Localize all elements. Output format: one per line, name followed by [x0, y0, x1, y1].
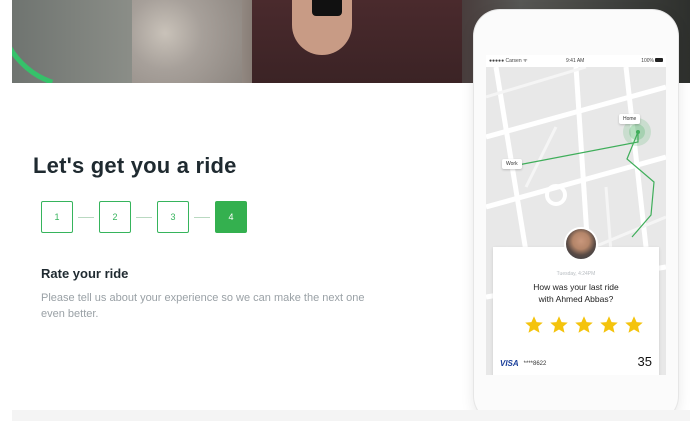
payment-method: VISA ****8622 — [500, 359, 546, 368]
map-view[interactable]: Home Work Tuesday, 4:24PM How was your l… — [486, 65, 666, 375]
step-indicator: 1 2 3 4 — [41, 200, 247, 234]
step-2[interactable]: 2 — [99, 201, 131, 233]
step-3[interactable]: 3 — [157, 201, 189, 233]
page-title: Let's get you a ride — [33, 153, 237, 178]
star-icon[interactable] — [599, 315, 619, 335]
hero-person-right — [252, 0, 462, 83]
ride-timestamp: Tuesday, 4:24PM — [556, 271, 596, 277]
status-bar: ●●●●● Carsen ᯤ 9:41 AM 100% — [486, 55, 666, 67]
phone-screen: ●●●●● Carsen ᯤ 9:41 AM 100% Home Work Tu… — [486, 55, 666, 375]
rating-question-line-2: with Ahmed Abbas? — [538, 294, 614, 304]
work-pin-label[interactable]: Work — [502, 159, 522, 169]
rating-card: Tuesday, 4:24PM How was your last ride w… — [493, 227, 659, 375]
home-pin-label[interactable]: Home — [619, 114, 641, 124]
star-icon[interactable] — [624, 315, 644, 335]
section-description: Please tell us about your experience so … — [41, 292, 365, 320]
step-1[interactable]: 1 — [41, 201, 73, 233]
status-time: 9:41 AM — [566, 58, 585, 64]
rating-question-line-1: How was your last ride — [533, 282, 619, 292]
star-icon[interactable] — [549, 315, 569, 335]
phone-mockup: ●●●●● Carsen ᯤ 9:41 AM 100% Home Work Tu… — [474, 10, 678, 421]
step-separator — [136, 216, 152, 218]
battery-percent: 100% — [641, 58, 654, 64]
hero-phone — [312, 0, 342, 16]
card-number: ****8622 — [523, 360, 547, 367]
rating-question: How was your last ride with Ahmed Abbas? — [493, 281, 659, 305]
step-4[interactable]: 4 — [215, 201, 247, 233]
page: Let's get you a ride 1 2 3 4 Rate your r… — [0, 0, 690, 421]
fare-amount: 35 — [637, 354, 652, 369]
driver-avatar — [564, 227, 598, 261]
step-separator — [78, 216, 94, 218]
section-title: Rate your ride — [41, 266, 129, 281]
star-icon[interactable] — [574, 315, 594, 335]
footer-band — [12, 410, 690, 421]
visa-logo: VISA — [500, 359, 519, 368]
hero-person-left — [132, 0, 242, 83]
star-rating[interactable] — [524, 315, 649, 335]
step-separator — [194, 216, 210, 218]
carrier-label: ●●●●● Carsen ᯤ — [489, 58, 528, 64]
battery-icon — [655, 58, 663, 62]
star-icon[interactable] — [524, 315, 544, 335]
